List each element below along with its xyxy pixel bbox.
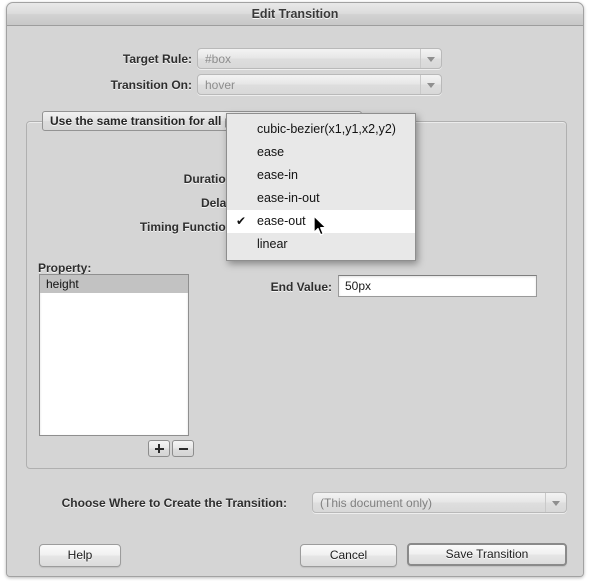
end-value-label: End Value: — [270, 280, 332, 294]
menu-item-label: linear — [257, 237, 288, 251]
transition-on-value: hover — [205, 78, 236, 92]
minus-icon — [178, 447, 188, 450]
transition-on-label: Transition On: — [110, 78, 192, 92]
target-rule-label: Target Rule: — [122, 52, 192, 66]
property-listbox[interactable]: height — [39, 274, 189, 436]
chevron-down-icon — [552, 500, 560, 506]
target-rule-arrow-box — [420, 49, 441, 68]
menu-item-ease-in[interactable]: ease-in — [227, 164, 415, 187]
chevron-down-icon — [427, 56, 435, 62]
list-item[interactable]: height — [40, 275, 188, 293]
duration-label: Duration: — [183, 172, 237, 186]
dialog-body: Target Rule: #box Transition On: hover U… — [7, 26, 583, 576]
checkmark-icon: ✔ — [236, 214, 247, 228]
timing-function-label: Timing Function: — [139, 220, 237, 234]
end-value-input[interactable]: 50px — [338, 275, 537, 297]
menu-item-linear[interactable]: linear — [227, 233, 415, 256]
menu-item-label: ease-in — [257, 168, 298, 182]
menu-item-ease-in-out[interactable]: ease-in-out — [227, 187, 415, 210]
menu-item-cubic-bezier[interactable]: cubic-bezier(x1,y1,x2,y2) — [227, 118, 415, 141]
create-where-label: Choose Where to Create the Transition: — [61, 496, 287, 510]
chevron-down-icon — [427, 82, 435, 88]
create-where-value: (This document only) — [320, 496, 433, 510]
plus-icon-vertical — [158, 444, 160, 453]
dialog-title: Edit Transition — [251, 7, 339, 21]
property-label: Property: — [38, 261, 92, 275]
edit-transition-dialog: Edit Transition Target Rule: #box Transi… — [6, 2, 584, 577]
timing-function-menu[interactable]: cubic-bezier(x1,y1,x2,y2) ease ease-in e… — [226, 113, 416, 261]
screenshot-root: Edit Transition Target Rule: #box Transi… — [0, 0, 590, 581]
delay-label: Delay: — [200, 196, 237, 210]
menu-item-label: cubic-bezier(x1,y1,x2,y2) — [257, 122, 396, 136]
target-rule-value: #box — [205, 52, 232, 66]
menu-item-label: ease-in-out — [257, 191, 320, 205]
target-rule-select[interactable]: #box — [197, 48, 442, 69]
menu-item-ease-out[interactable]: ✔ ease-out — [227, 210, 415, 233]
remove-property-button[interactable] — [172, 440, 194, 457]
add-property-button[interactable] — [148, 440, 170, 457]
create-where-select[interactable]: (This document only) — [312, 492, 567, 513]
create-where-arrow-box — [545, 493, 566, 512]
help-button[interactable]: Help — [39, 544, 121, 567]
menu-item-label: ease-out — [257, 214, 306, 228]
end-value-text: 50px — [345, 279, 372, 293]
menu-item-ease[interactable]: ease — [227, 141, 415, 164]
save-transition-button[interactable]: Save Transition — [407, 543, 567, 566]
transition-on-select[interactable]: hover — [197, 74, 442, 95]
dialog-titlebar[interactable]: Edit Transition — [7, 3, 583, 26]
cancel-button[interactable]: Cancel — [300, 544, 397, 567]
transition-on-arrow-box — [420, 75, 441, 94]
menu-item-label: ease — [257, 145, 285, 159]
